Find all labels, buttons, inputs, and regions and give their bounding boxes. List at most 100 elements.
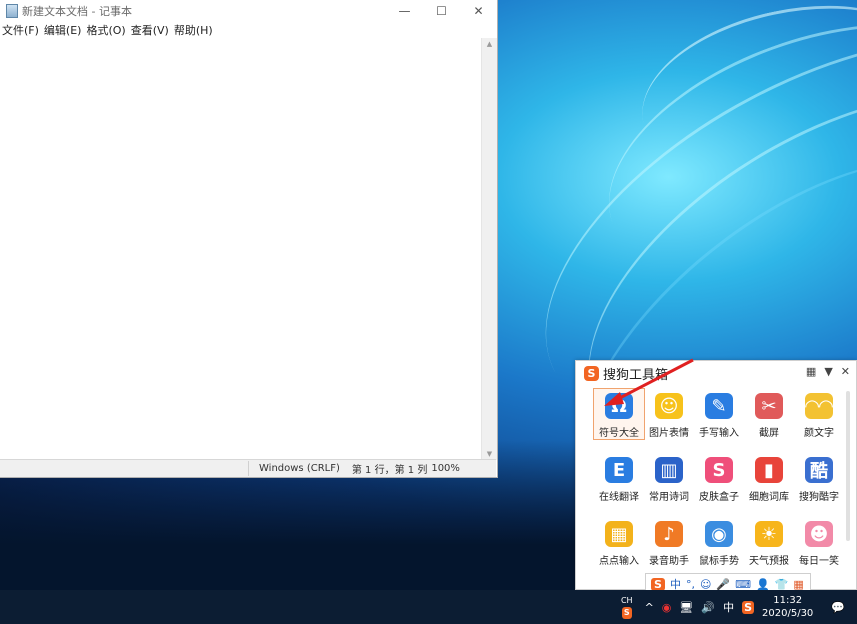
tool-label: 细胞词库 xyxy=(749,492,789,503)
tool-label: 符号大全 xyxy=(599,428,639,439)
menu-file[interactable]: 文件(F) xyxy=(2,22,39,38)
tool-item[interactable]: ▥ 常用诗词 xyxy=(644,453,694,503)
minimize-icon: — xyxy=(398,4,411,18)
emoji-icon[interactable]: ☺ xyxy=(700,578,711,591)
tool-label: 皮肤盒子 xyxy=(699,492,739,503)
menu-format[interactable]: 格式(O) xyxy=(86,22,125,38)
tool-label: 在线翻译 xyxy=(599,492,639,503)
tool-label: 每日一笑 xyxy=(799,556,839,567)
menu-edit[interactable]: 编辑(E) xyxy=(44,22,82,38)
tray-chevron-icon[interactable]: ^ xyxy=(645,601,654,614)
volume-icon[interactable]: 🔊 xyxy=(701,601,715,614)
sogou-toolbox-panel: S 搜狗工具箱 ▦ ▼ ✕ Ω 符号大全 ☺ 图片表情 ✎ 手写输入 ✂ 截屏 ◠◠ 颜文字 E 在线… xyxy=(575,360,857,590)
tool-item[interactable]: ◉ 鼠标手势 xyxy=(694,517,744,567)
cool-font-icon: 酷 xyxy=(805,457,833,483)
notepad-titlebar[interactable]: 新建文本文档 - 记事本 — ☐ ✕ xyxy=(0,0,497,22)
notepad-app-icon xyxy=(6,4,18,18)
punctuation-icon[interactable]: °, xyxy=(686,578,695,591)
dot-input-icon: ▦ xyxy=(605,521,633,547)
tool-label: 手写输入 xyxy=(699,428,739,439)
notification-icon[interactable]: 💬 xyxy=(831,601,845,614)
layout-icon[interactable]: ▦ xyxy=(806,365,816,378)
tool-item[interactable]: ☀ 天气预报 xyxy=(744,517,794,567)
notepad-window: 新建文本文档 - 记事本 — ☐ ✕ 文件(F) 编辑(E) 格式(O) 查看(… xyxy=(0,0,498,478)
clock-time: 11:32 xyxy=(773,595,803,606)
laugh-icon: ☻ xyxy=(805,521,833,547)
tool-item[interactable]: ♪ 录音助手 xyxy=(644,517,694,567)
user-icon[interactable]: 👤 xyxy=(756,578,770,591)
minimize-button[interactable]: — xyxy=(386,0,423,22)
tool-item[interactable]: ▮ 细胞词库 xyxy=(744,453,794,503)
tool-label: 搜狗酷字 xyxy=(799,492,839,503)
text-editor-area[interactable] xyxy=(0,38,482,460)
taskbar: CH S ^ ◉ 🖥 🔊 中 S 11:32 2020/5/30 💬 xyxy=(0,590,857,624)
ime-logo-icon[interactable]: S xyxy=(651,577,665,591)
clock[interactable]: 11:32 2020/5/30 xyxy=(762,594,813,620)
sogou-logo-icon: S xyxy=(584,365,599,381)
tool-label: 图片表情 xyxy=(649,428,689,439)
translate-icon: E xyxy=(605,457,633,483)
maximize-button[interactable]: ☐ xyxy=(423,0,460,22)
omega-icon: Ω xyxy=(605,393,633,419)
status-zoom: 100% xyxy=(431,463,460,474)
microphone-icon[interactable]: 🎤 xyxy=(716,578,730,591)
menu-view[interactable]: 查看(V) xyxy=(131,22,169,38)
mouse-icon: ◉ xyxy=(705,521,733,547)
dictionary-icon: ▮ xyxy=(755,457,783,483)
toolbox-scrollbar[interactable] xyxy=(846,391,850,541)
tool-item[interactable]: ☻ 每日一笑 xyxy=(794,517,844,567)
tool-grid: Ω 符号大全 ☺ 图片表情 ✎ 手写输入 ✂ 截屏 ◠◠ 颜文字 E 在线翻译 ▥ 常用诗词 S 皮肤盒子 ▮ 细… xyxy=(593,388,844,567)
record-icon[interactable]: ◉ xyxy=(662,601,672,614)
toolbox-grid-icon[interactable]: ▦ xyxy=(793,578,803,591)
tool-label: 截屏 xyxy=(759,428,779,439)
book-icon: ▥ xyxy=(655,457,683,483)
vertical-scrollbar[interactable]: ▲ ▼ xyxy=(481,38,497,460)
recorder-icon: ♪ xyxy=(655,521,683,547)
system-tray: CH S ^ ◉ 🖥 🔊 中 S 11:32 2020/5/30 💬 xyxy=(621,590,857,624)
toolbox-header: S 搜狗工具箱 ▦ ▼ ✕ xyxy=(576,361,856,385)
tool-label: 常用诗词 xyxy=(649,492,689,503)
status-position: 第 1 行，第 1 列 xyxy=(351,465,428,476)
clock-date: 2020/5/30 xyxy=(762,608,814,619)
tool-label: 录音助手 xyxy=(649,556,689,567)
tool-label: 天气预报 xyxy=(749,556,789,567)
pen-icon: ✎ xyxy=(705,393,733,419)
dropdown-icon[interactable]: ▼ xyxy=(824,365,832,378)
tool-item[interactable]: E 在线翻译 xyxy=(594,453,644,503)
tool-label: 点点输入 xyxy=(599,556,639,567)
tool-item[interactable]: ▦ 点点输入 xyxy=(594,517,644,567)
scissors-icon: ✂ xyxy=(755,393,783,419)
tray-sogou-logo-icon[interactable]: S xyxy=(742,600,755,614)
tool-item[interactable]: S 皮肤盒子 xyxy=(694,453,744,503)
tool-item[interactable]: 酷搜狗酷字 xyxy=(794,453,844,503)
smiley-icon: ☺ xyxy=(655,393,683,419)
maximize-icon: ☐ xyxy=(436,4,447,18)
tool-item[interactable]: ✎ 手写输入 xyxy=(694,389,744,439)
close-button[interactable]: ✕ xyxy=(460,0,497,22)
sun-icon: ☀ xyxy=(755,521,783,547)
tool-label: 颜文字 xyxy=(804,428,834,439)
keyboard-icon[interactable]: ⌨ xyxy=(735,578,751,591)
tray-ime-mode[interactable]: 中 xyxy=(723,599,734,615)
tray-sogou-icon[interactable]: S xyxy=(621,607,632,619)
tool-item[interactable]: ☺ 图片表情 xyxy=(644,389,694,439)
notepad-title: 新建文本文档 - 记事本 xyxy=(22,5,132,18)
network-icon[interactable]: 🖥 xyxy=(679,601,693,614)
scroll-up-icon[interactable]: ▲ xyxy=(482,40,497,48)
menu-bar: 文件(F) 编辑(E) 格式(O) 查看(V) 帮助(H) xyxy=(0,22,497,38)
scroll-down-icon[interactable]: ▼ xyxy=(482,450,497,458)
tool-item[interactable]: ✂ 截屏 xyxy=(744,389,794,439)
close-icon: ✕ xyxy=(473,4,484,18)
toolbox-title: 搜狗工具箱 xyxy=(603,367,669,383)
menu-help[interactable]: 帮助(H) xyxy=(174,22,213,38)
shirt-icon: S xyxy=(705,457,733,483)
tool-label: 鼠标手势 xyxy=(699,556,739,567)
tool-item[interactable]: Ω 符号大全 xyxy=(593,388,645,440)
toolbox-close-icon[interactable]: ✕ xyxy=(841,365,850,378)
language-indicator[interactable]: CH xyxy=(621,595,633,607)
skin-icon[interactable]: 👕 xyxy=(775,578,789,591)
status-bar: Windows (CRLF) 第 1 行，第 1 列 100% xyxy=(0,459,496,477)
status-line-ending: Windows (CRLF) xyxy=(259,463,340,474)
tool-item[interactable]: ◠◠ 颜文字 xyxy=(794,389,844,439)
kaomoji-icon: ◠◠ xyxy=(805,393,833,419)
